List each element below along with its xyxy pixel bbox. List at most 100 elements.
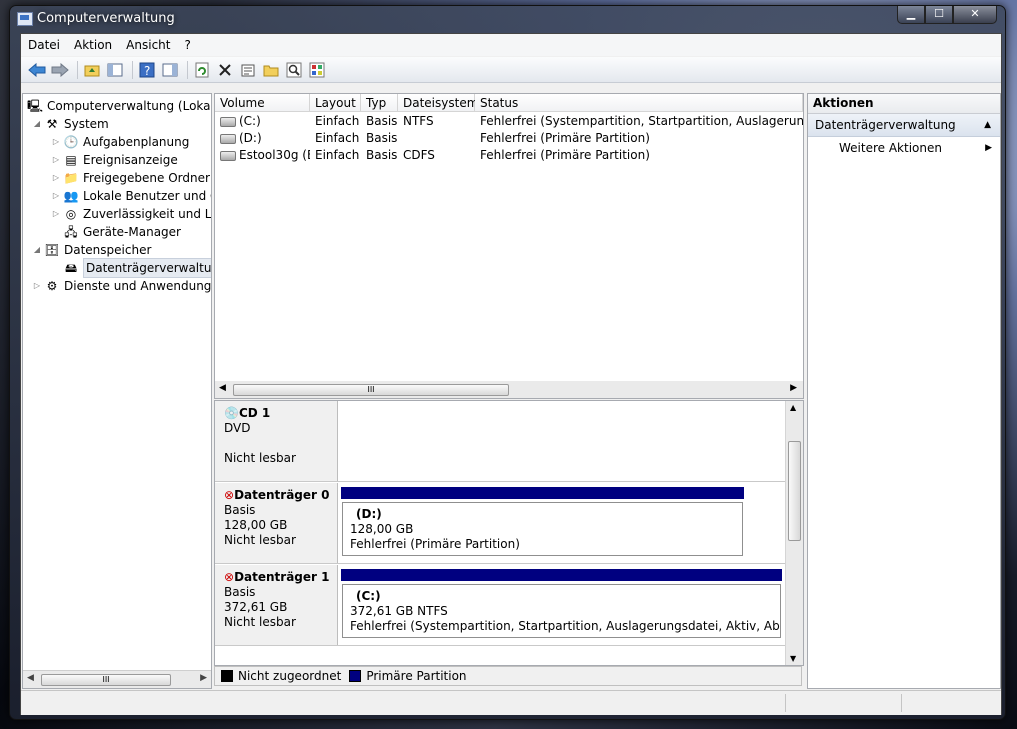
scroll-left-icon[interactable]: ◀	[27, 673, 34, 683]
scroll-left-icon[interactable]: ◀	[219, 383, 226, 393]
cell-typ: Basis	[366, 148, 398, 162]
column-header-typ[interactable]: Typ	[361, 94, 398, 112]
open-folder-icon	[263, 65, 279, 76]
tools-icon: ⚒	[46, 117, 58, 131]
table-row[interactable]: Estool30g (E:) Einfach Basis CDFS Fehler…	[215, 147, 803, 164]
column-header-dateisystem[interactable]: Dateisystem	[398, 94, 478, 112]
table-row[interactable]: (D:) Einfach Basis Fehlerfrei (Primäre P…	[215, 130, 803, 147]
toolbar-separator	[187, 60, 188, 79]
scroll-down-icon[interactable]: ▼	[790, 654, 796, 663]
tree-item-ereignisanzeige[interactable]: ▷ ▤ Ereignisanzeige	[51, 151, 178, 169]
computer-management-window: Computerverwaltung ▁ ☐ ✕ Datei Aktion An…	[9, 5, 1006, 720]
arrow-right-icon	[51, 62, 69, 77]
help-button[interactable]: ?	[137, 60, 157, 80]
cd-drive-icon: 💿	[224, 406, 239, 420]
up-folder-button[interactable]	[82, 60, 102, 80]
drive-icon	[220, 133, 236, 144]
expand-icon[interactable]: ▷	[51, 133, 61, 151]
tree-item-datentraegerverwaltung[interactable]: 🖴 Datenträgerverwaltung	[61, 258, 211, 278]
refresh-icon	[195, 62, 209, 77]
volume-list-horizontal-scrollbar[interactable]: ◀ III ▶	[215, 381, 803, 398]
tree-item-geraete-manager[interactable]: 🖧 Geräte-Manager	[61, 223, 181, 241]
close-button[interactable]: ✕	[953, 6, 997, 24]
search-button[interactable]	[284, 60, 304, 80]
forward-button[interactable]	[50, 60, 70, 80]
cell-volume: (D:)	[215, 130, 310, 147]
disk-view-vertical-scrollbar[interactable]: ▲ ▼	[785, 401, 803, 665]
menu-datei[interactable]: Datei	[21, 38, 67, 52]
disk-management-icon: 🖴	[64, 261, 78, 275]
console-tree: 🖳 Computerverwaltung (Lokal) ◢ ⚒ System …	[22, 93, 212, 689]
menu-aktion[interactable]: Aktion	[67, 38, 119, 52]
tree-horizontal-scrollbar[interactable]: ◀ III ▶	[23, 670, 211, 688]
actions-section-datentraegerverwaltung[interactable]: Datenträgerverwaltung ▲	[808, 114, 1000, 137]
tree-item-zuverlaessigkeit[interactable]: ▷ ◎ Zuverlässigkeit und Leis	[51, 205, 211, 223]
properties-button[interactable]	[238, 60, 258, 80]
menu-bar: Datei Aktion Ansicht ?	[21, 34, 1001, 56]
settings-button[interactable]	[307, 60, 327, 80]
back-button[interactable]	[27, 60, 47, 80]
scroll-right-icon[interactable]: ▶	[200, 673, 207, 683]
legend-unallocated: Nicht zugeordnet	[238, 669, 342, 683]
show-action-pane-button[interactable]	[160, 60, 180, 80]
menu-ansicht[interactable]: Ansicht	[119, 38, 177, 52]
collapse-icon[interactable]: ◢	[32, 115, 42, 133]
minimize-button[interactable]: ▁	[897, 6, 925, 24]
scroll-thumb[interactable]	[788, 441, 801, 541]
partition-d[interactable]: (D:) 128,00 GB Fehlerfrei (Primäre Parti…	[342, 502, 743, 556]
cell-dateisystem: CDFS	[403, 148, 435, 162]
table-row[interactable]: (C:) Einfach Basis NTFS Fehlerfrei (Syst…	[215, 113, 803, 130]
tree-item-dienste-und-anwendungen[interactable]: ▷ ⚙ Dienste und Anwendungen	[32, 277, 211, 295]
column-header-volume[interactable]: Volume	[215, 94, 310, 112]
open-button[interactable]	[261, 60, 281, 80]
show-tree-button[interactable]	[105, 60, 125, 80]
toolbar: ?	[21, 57, 1001, 83]
disk-row-datentraeger-0[interactable]: ⊗Datenträger 0 Basis 128,00 GB Nicht les…	[215, 483, 785, 564]
disk-info: 💿CD 1 DVD Nicht lesbar	[215, 401, 338, 481]
expand-icon[interactable]: ▷	[51, 205, 61, 223]
settings-grid-icon	[309, 62, 325, 77]
properties-icon	[241, 64, 255, 76]
primary-partition-bar	[341, 487, 744, 499]
scroll-thumb[interactable]: III	[233, 384, 509, 396]
scroll-up-icon[interactable]: ▲	[790, 403, 796, 412]
help-icon: ?	[139, 62, 155, 78]
disk-graphical-view: 💿CD 1 DVD Nicht lesbar ⊗Datenträger 0 Ba…	[214, 400, 804, 666]
disk-row-cd1[interactable]: 💿CD 1 DVD Nicht lesbar	[215, 401, 785, 482]
tree-item-computerverwaltung[interactable]: 🖳 Computerverwaltung (Lokal)	[25, 97, 211, 115]
collapse-up-icon[interactable]: ▲	[984, 114, 991, 136]
tree-item-datenspeicher[interactable]: ◢ 🗄 Datenspeicher	[32, 241, 151, 259]
caption-buttons: ▁ ☐ ✕	[897, 6, 997, 24]
performance-icon: ◎	[65, 207, 77, 221]
expand-icon[interactable]: ▷	[32, 277, 42, 295]
expand-icon[interactable]: ▷	[51, 169, 61, 187]
maximize-button[interactable]: ☐	[925, 6, 953, 24]
scroll-right-icon[interactable]: ▶	[790, 383, 797, 393]
actions-pane: Aktionen Datenträgerverwaltung ▲ Weitere…	[807, 93, 1001, 689]
cell-status: Fehlerfrei (Primäre Partition)	[480, 148, 650, 162]
tree-item-lokale-benutzer[interactable]: ▷ 👥 Lokale Benutzer und Gru	[51, 187, 211, 205]
legend-primary: Primäre Partition	[366, 669, 467, 683]
device-manager-icon: 🖧	[64, 225, 78, 239]
tree-item-freigegebene-ordner[interactable]: ▷ 📁 Freigegebene Ordner	[51, 169, 210, 187]
window-title: Computerverwaltung	[37, 11, 175, 26]
menu-help[interactable]: ?	[177, 38, 197, 52]
collapse-icon[interactable]: ◢	[32, 241, 42, 259]
refresh-button[interactable]	[192, 60, 212, 80]
title-bar[interactable]: Computerverwaltung ▁ ☐ ✕	[10, 6, 1005, 32]
delete-button[interactable]	[215, 60, 235, 80]
disk-row-datentraeger-1[interactable]: ⊗Datenträger 1 Basis 372,61 GB Nicht les…	[215, 565, 785, 646]
shared-folder-icon: 📁	[63, 171, 79, 185]
expand-icon[interactable]: ▷	[51, 151, 61, 169]
tree-item-system[interactable]: ◢ ⚒ System	[32, 115, 109, 133]
computer-management-icon	[17, 12, 33, 26]
expand-icon[interactable]: ▷	[51, 187, 61, 205]
svg-text:?: ?	[144, 64, 150, 78]
column-header-status[interactable]: Status	[475, 94, 803, 112]
tree-item-aufgabenplanung[interactable]: ▷ 🕒 Aufgabenplanung	[51, 133, 189, 151]
disk-error-icon: ⊗	[224, 570, 235, 584]
partition-c[interactable]: (C:) 372,61 GB NTFS Fehlerfrei (Systempa…	[342, 584, 781, 638]
scroll-thumb[interactable]: III	[41, 674, 171, 686]
weitere-aktionen-item[interactable]: Weitere Aktionen ▶	[808, 137, 1000, 159]
column-header-layout[interactable]: Layout	[310, 94, 361, 112]
